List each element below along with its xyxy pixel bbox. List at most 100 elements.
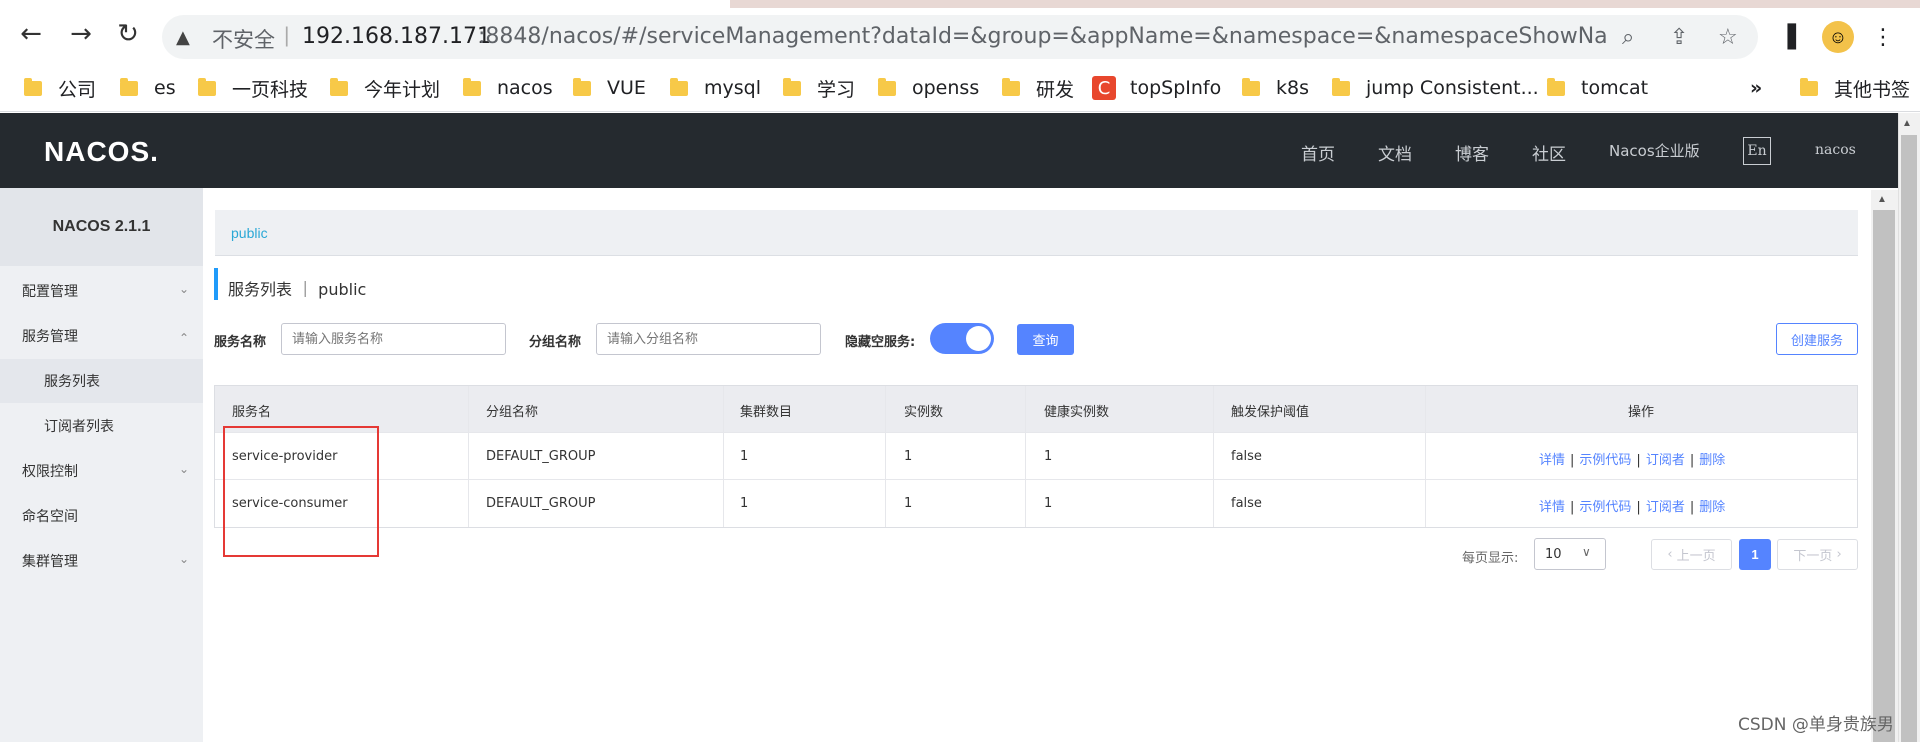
cell-healthy: 1	[1044, 496, 1053, 511]
toggle-knob[interactable]	[966, 326, 991, 351]
nav-home[interactable]: 首页	[1301, 140, 1335, 165]
service-name-input[interactable]	[281, 323, 506, 355]
service-name-label: 服务名称	[214, 335, 267, 350]
bookmark-item[interactable]: mysql	[670, 74, 761, 102]
folder-icon	[463, 77, 481, 96]
bookmark-item[interactable]: es	[120, 74, 176, 102]
query-button[interactable]: 查询	[1017, 324, 1074, 355]
bookmark-item[interactable]: k8s	[1242, 74, 1309, 102]
folder-icon	[1002, 77, 1020, 96]
bookmark-other[interactable]: 其他书签	[1800, 74, 1910, 102]
create-service-button[interactable]: 创建服务	[1776, 323, 1858, 355]
bookmark-item[interactable]: 研发	[1002, 74, 1074, 102]
back-icon[interactable]: ←	[16, 19, 46, 49]
folder-icon	[198, 77, 216, 96]
bookmark-item[interactable]: VUE	[573, 74, 646, 102]
sample-code-link[interactable]: 示例代码	[1579, 500, 1631, 515]
browser-tab-inactive[interactable]	[730, 0, 1920, 8]
chevron-down-icon[interactable]: ∨	[1582, 545, 1591, 559]
sidebar-item-auth[interactable]: 权限控制 ⌄	[0, 449, 203, 493]
group-name-input[interactable]	[596, 323, 821, 355]
folder-icon	[120, 77, 138, 96]
link-separator: |	[1570, 453, 1575, 468]
column-header: 分组名称	[486, 405, 539, 420]
folder-icon	[1242, 77, 1260, 96]
bookmark-item[interactable]: nacos	[463, 74, 553, 102]
nav-docs[interactable]: 文档	[1378, 140, 1412, 165]
page-scrollbar-thumb[interactable]	[1901, 135, 1917, 742]
folder-icon	[573, 77, 591, 96]
bookmark-item[interactable]: jump Consistent...	[1332, 74, 1539, 102]
url-host[interactable]: 192.168.187.171	[302, 24, 491, 49]
nav-community[interactable]: 社区	[1532, 140, 1566, 165]
bookmark-item[interactable]: 公司	[24, 74, 96, 102]
column-divider	[1213, 386, 1214, 527]
sidebar-item-namespace[interactable]: 命名空间	[0, 494, 203, 538]
bookmarks-overflow-button[interactable]: »	[1750, 74, 1762, 102]
annotation-highlight-box	[223, 426, 379, 557]
avatar[interactable]: ☺	[1822, 21, 1854, 53]
warning-icon[interactable]: ▲	[176, 27, 198, 49]
title-accent-bar	[214, 268, 218, 300]
cell-threshold: false	[1231, 496, 1262, 511]
reload-icon[interactable]: ↻	[113, 19, 143, 49]
column-divider	[1425, 386, 1426, 527]
column-divider	[723, 386, 724, 527]
link-separator: |	[1636, 453, 1641, 468]
detail-link[interactable]: 详情	[1539, 500, 1565, 515]
browser-tab-active[interactable]	[10, 0, 722, 8]
nav-blog[interactable]: 博客	[1455, 140, 1489, 165]
star-icon[interactable]: ☆	[1718, 25, 1738, 50]
user-menu[interactable]: nacos	[1815, 142, 1856, 158]
subscriber-link[interactable]: 订阅者	[1646, 500, 1685, 515]
folder-icon	[783, 77, 801, 96]
sidebar-item-service[interactable]: 服务管理 ⌃	[0, 314, 203, 358]
sidebar-item-cluster[interactable]: 集群管理 ⌄	[0, 539, 203, 583]
folder-icon	[1547, 77, 1565, 96]
bookmark-item[interactable]: tomcat	[1547, 74, 1648, 102]
language-switch-button[interactable]: En	[1743, 137, 1771, 165]
cell-healthy: 1	[1044, 449, 1053, 464]
sidebar-item-service-list[interactable]: 服务列表	[0, 359, 203, 403]
table-header	[215, 386, 1857, 432]
bookmarks-bar: 公司 es 一页科技 今年计划 nacos VUE mysql 学习 opens…	[0, 66, 1920, 112]
per-page-label: 每页显示:	[1462, 551, 1519, 566]
cell-threshold: false	[1231, 449, 1262, 464]
menu-kebab-icon[interactable]: ⋮	[1872, 25, 1894, 50]
bookmark-item[interactable]: CtopSpInfo	[1092, 74, 1221, 102]
folder-icon	[670, 77, 688, 96]
detail-link[interactable]: 详情	[1539, 453, 1565, 468]
chevron-up-icon: ⌃	[178, 331, 189, 345]
sample-code-link[interactable]: 示例代码	[1579, 453, 1631, 468]
row-actions: 详情 | 示例代码 | 订阅者 | 删除	[1539, 496, 1725, 515]
bookmark-item[interactable]: openss	[878, 74, 979, 102]
row-divider	[215, 479, 1857, 480]
sidebar-item-subscribers[interactable]: 订阅者列表	[0, 404, 203, 448]
link-separator: |	[1689, 453, 1695, 468]
folder-icon	[330, 77, 348, 96]
link-separator: |	[1570, 500, 1575, 515]
scroll-up-icon[interactable]: ▲	[1902, 118, 1912, 129]
sidebar-item-config[interactable]: 配置管理 ⌄	[0, 269, 203, 313]
nav-enterprise[interactable]: Nacos企业版	[1609, 140, 1700, 161]
column-header: 操作	[1628, 405, 1655, 420]
subscriber-link[interactable]: 订阅者	[1646, 453, 1685, 468]
bookmark-item[interactable]: 一页科技	[198, 74, 308, 102]
per-page-select[interactable]: 10	[1534, 538, 1606, 570]
prev-page-button[interactable]: ‹ 上一页	[1651, 539, 1732, 570]
delete-link[interactable]: 删除	[1699, 500, 1725, 515]
zoom-icon[interactable]: ⌕	[1622, 25, 1634, 50]
side-panel-icon[interactable]: ▐	[1779, 25, 1796, 50]
page-button-current[interactable]: 1	[1739, 539, 1771, 570]
nacos-logo[interactable]: NACOS.	[44, 136, 159, 168]
scroll-up-icon[interactable]: ▲	[1877, 194, 1887, 205]
share-icon[interactable]: ⇪	[1670, 25, 1688, 50]
bookmark-item[interactable]: 今年计划	[330, 74, 440, 102]
bookmark-item[interactable]: 学习	[783, 74, 855, 102]
next-page-button[interactable]: 下一页 ›	[1777, 539, 1858, 570]
forward-icon[interactable]: →	[66, 19, 96, 49]
namespace-link[interactable]: public	[231, 225, 268, 241]
url-path[interactable]: :8848/nacos/#/serviceManagement?dataId=&…	[478, 24, 1608, 49]
delete-link[interactable]: 删除	[1699, 453, 1725, 468]
content-scrollbar-thumb[interactable]	[1873, 210, 1895, 742]
